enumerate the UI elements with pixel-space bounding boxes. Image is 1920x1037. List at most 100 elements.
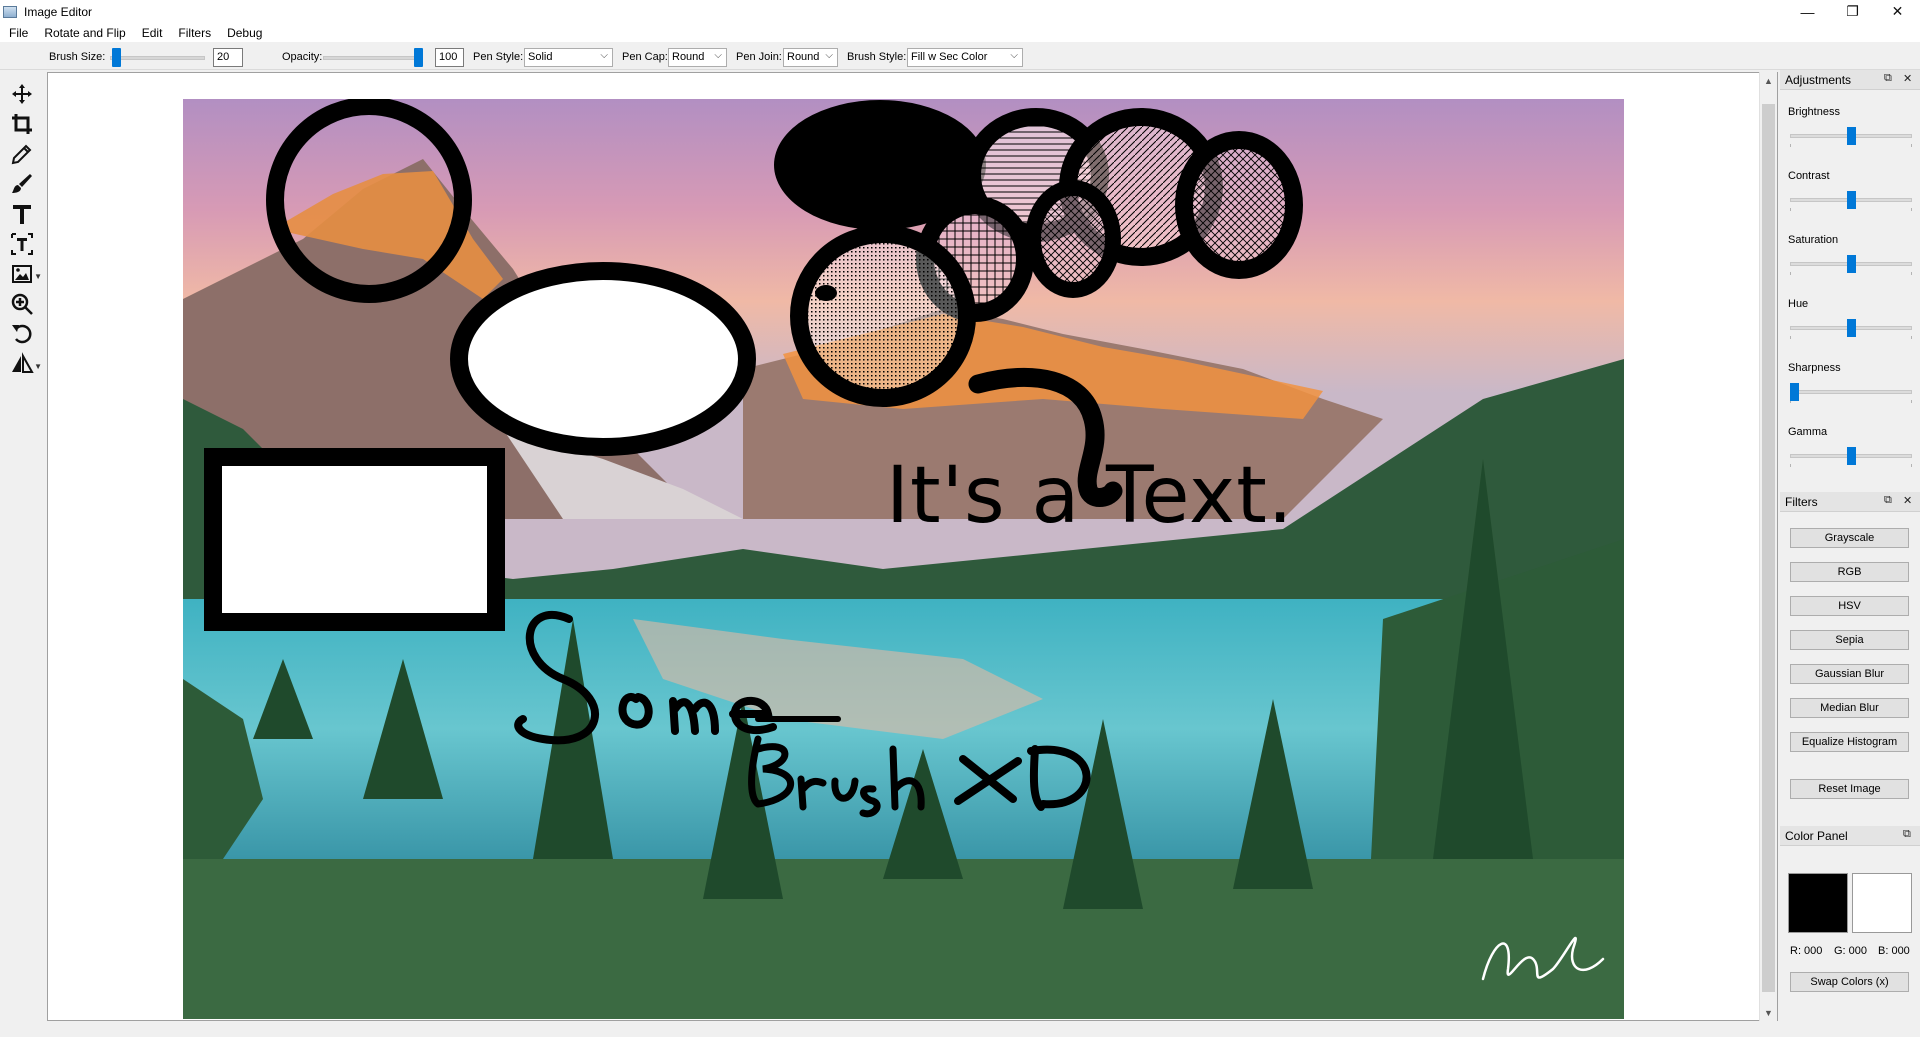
saturation-label: Saturation xyxy=(1788,234,1839,246)
image-icon xyxy=(12,265,32,283)
filters-dock-title: Filters ⧉ ✕ xyxy=(1780,492,1920,512)
drawn-ellipse-dots xyxy=(790,225,976,407)
sharpness-label: Sharpness xyxy=(1788,362,1841,374)
flip-icon xyxy=(12,352,34,373)
pen-join-select[interactable]: Round ⌵ xyxy=(783,48,838,67)
float-icon[interactable]: ⧉ xyxy=(1903,828,1911,841)
zoom-tool-button[interactable] xyxy=(8,291,36,317)
menu-rotate-and-flip[interactable]: Rotate and Flip xyxy=(35,23,132,43)
chevron-down-icon: ⌵ xyxy=(825,50,833,61)
gamma-label: Gamma xyxy=(1788,426,1828,438)
rgb-readout: R: 000 G: 000 B: 000 xyxy=(1790,945,1920,959)
menu-file[interactable]: File xyxy=(0,23,35,43)
reset-image-button[interactable]: Reset Image xyxy=(1790,779,1909,799)
window-controls: — ❐ ✕ xyxy=(1785,0,1920,23)
pen-cap-label: Pen Cap: xyxy=(622,51,668,63)
scroll-up-icon[interactable]: ▲ xyxy=(1760,72,1777,89)
rgb-button[interactable]: RGB xyxy=(1790,562,1909,582)
brush-tool-button[interactable] xyxy=(8,171,36,197)
adjustments-title: Adjustments xyxy=(1785,73,1852,87)
pen-join-label: Pen Join: xyxy=(736,51,782,63)
sharpness-slider-handle[interactable] xyxy=(1790,383,1799,401)
contrast-slider-handle[interactable] xyxy=(1846,191,1856,209)
pencil-tool-button[interactable] xyxy=(8,141,36,167)
median-blur-button[interactable]: Median Blur xyxy=(1790,698,1909,718)
brush-style-value: Fill w Sec Color xyxy=(911,51,988,63)
filters-dock: Filters ⧉ ✕ Grayscale RGB HSV Sepia Gaus… xyxy=(1780,492,1920,814)
sepia-button[interactable]: Sepia xyxy=(1790,630,1909,650)
saturation-slider-handle[interactable] xyxy=(1846,255,1856,273)
primary-color-swatch[interactable] xyxy=(1788,873,1848,933)
sharpness-slider[interactable] xyxy=(1790,390,1912,394)
brush-icon xyxy=(12,174,32,193)
contrast-label: Contrast xyxy=(1788,170,1830,182)
secondary-color-swatch[interactable] xyxy=(1852,873,1912,933)
crop-tool-button[interactable] xyxy=(8,111,36,137)
filters-title: Filters xyxy=(1785,495,1818,509)
drawn-ellipse-diagcross xyxy=(1175,131,1303,279)
text-box-icon xyxy=(11,233,33,255)
pen-style-label: Pen Style: xyxy=(473,51,524,63)
gamma-slider-handle[interactable] xyxy=(1846,447,1856,465)
scroll-down-icon[interactable]: ▼ xyxy=(1760,1004,1777,1021)
pen-cap-value: Round xyxy=(672,51,705,63)
image-canvas[interactable]: It's a Text. xyxy=(183,99,1624,1019)
sharpness-slider-ticks xyxy=(1790,400,1912,403)
brush-style-label: Brush Style: xyxy=(847,51,907,63)
minimize-button[interactable]: — xyxy=(1785,0,1830,23)
move-icon xyxy=(12,84,32,104)
pencil-icon xyxy=(11,144,32,165)
opacity-label: Opacity: xyxy=(282,51,323,63)
close-icon[interactable]: ✕ xyxy=(1903,494,1912,507)
grayscale-button[interactable]: Grayscale xyxy=(1790,528,1909,548)
menu-bar: File Rotate and Flip Edit Filters Debug xyxy=(0,23,1920,43)
canvas-drawing xyxy=(183,99,1624,1019)
maximize-button[interactable]: ❐ xyxy=(1830,0,1875,23)
brush-size-label: Brush Size: xyxy=(49,51,106,63)
green-value: G: 000 xyxy=(1834,945,1868,957)
float-icon[interactable]: ⧉ xyxy=(1884,72,1892,85)
menu-edit[interactable]: Edit xyxy=(133,23,170,43)
close-icon[interactable]: ✕ xyxy=(1903,72,1912,85)
image-tool-button[interactable]: ▼ xyxy=(8,261,42,287)
drawn-ellipse-small xyxy=(1025,180,1121,298)
gaussian-blur-button[interactable]: Gaussian Blur xyxy=(1790,664,1909,684)
brush-size-spinbox[interactable]: 20 xyxy=(213,48,243,67)
title-bar: Image Editor — ❐ ✕ xyxy=(0,0,1920,23)
move-tool-button[interactable] xyxy=(8,81,36,107)
tool-options-bar: Brush Size: 20 Opacity: 100 Pen Style: S… xyxy=(0,44,1920,70)
float-icon[interactable]: ⧉ xyxy=(1884,494,1892,507)
zoom-icon xyxy=(11,293,33,315)
hsv-button[interactable]: HSV xyxy=(1790,596,1909,616)
brightness-slider-handle[interactable] xyxy=(1846,127,1856,145)
rotate-tool-button[interactable] xyxy=(8,321,36,347)
pen-cap-select[interactable]: Round ⌵ xyxy=(668,48,727,67)
hue-slider-handle[interactable] xyxy=(1846,319,1856,337)
pen-style-select[interactable]: Solid ⌵ xyxy=(524,48,613,67)
forest-front xyxy=(183,859,1624,1019)
chevron-down-icon: ⌵ xyxy=(714,50,722,61)
dropdown-arrow-icon: ▼ xyxy=(34,272,42,281)
equalize-histogram-button[interactable]: Equalize Histogram xyxy=(1790,732,1909,752)
opacity-slider-handle[interactable] xyxy=(414,48,423,67)
opacity-slider[interactable] xyxy=(323,56,423,60)
blue-value: B: 000 xyxy=(1878,945,1910,957)
color-panel-dock: Color Panel ⧉ R: 000 G: 000 B: 000 Swap … xyxy=(1780,826,1920,1021)
brush-size-slider-handle[interactable] xyxy=(111,48,121,67)
status-bar xyxy=(0,1021,1920,1037)
brush-style-select[interactable]: Fill w Sec Color ⌵ xyxy=(907,48,1023,67)
menu-filters[interactable]: Filters xyxy=(169,23,218,43)
brush-size-slider[interactable] xyxy=(110,56,205,60)
canvas-text-label[interactable]: It's a Text. xyxy=(886,451,1294,541)
text-box-tool-button[interactable] xyxy=(8,231,36,257)
close-button[interactable]: ✕ xyxy=(1875,0,1920,23)
flip-tool-button[interactable]: ▼ xyxy=(8,351,42,377)
menu-debug[interactable]: Debug xyxy=(218,23,269,43)
text-tool-button[interactable] xyxy=(8,201,36,227)
brightness-label: Brightness xyxy=(1788,106,1840,118)
swap-colors-button[interactable]: Swap Colors (x) xyxy=(1790,972,1909,992)
opacity-spinbox[interactable]: 100 xyxy=(435,48,464,67)
vertical-scrollbar[interactable]: ▲ ▼ xyxy=(1759,72,1777,1021)
scrollbar-thumb[interactable] xyxy=(1762,104,1775,992)
color-panel-dock-title: Color Panel ⧉ xyxy=(1780,826,1920,846)
